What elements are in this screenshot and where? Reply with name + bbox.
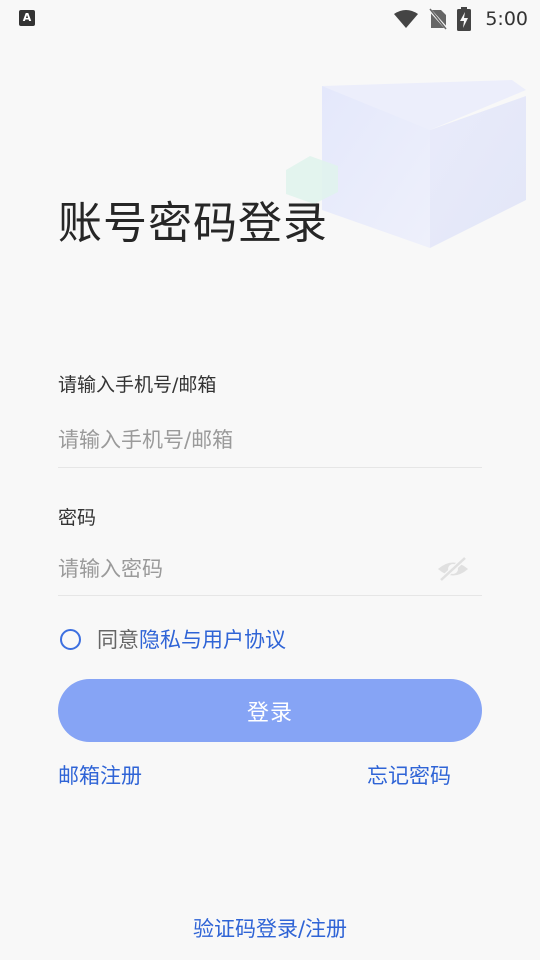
code-login-link[interactable]: 验证码登录/注册 [0,914,540,944]
no-sim-icon [429,8,448,30]
app-notification-icon: A [19,10,35,26]
privacy-agreement-link[interactable]: 隐私与用户协议 [139,624,286,654]
status-bar: A 5:00 [0,0,540,38]
page-title: 账号密码登录 [58,198,328,249]
status-time: 5:00 [485,8,528,30]
account-input[interactable] [58,412,482,468]
eye-off-icon[interactable] [436,555,470,583]
agree-prefix: 同意 [97,628,139,652]
password-label: 密码 [58,507,97,529]
login-button[interactable]: 登录 [58,679,482,742]
status-indicators: 5:00 [393,6,528,32]
password-input[interactable] [58,542,482,596]
battery-charging-icon [457,7,472,31]
agree-radio[interactable] [60,628,81,650]
agreement-row: 同意 隐私与用户协议 [58,622,286,656]
email-register-link[interactable]: 邮箱注册 [58,761,142,791]
account-label: 请输入手机号/邮箱 [58,374,217,396]
forgot-password-link[interactable]: 忘记密码 [367,761,451,791]
wifi-icon [394,10,419,28]
